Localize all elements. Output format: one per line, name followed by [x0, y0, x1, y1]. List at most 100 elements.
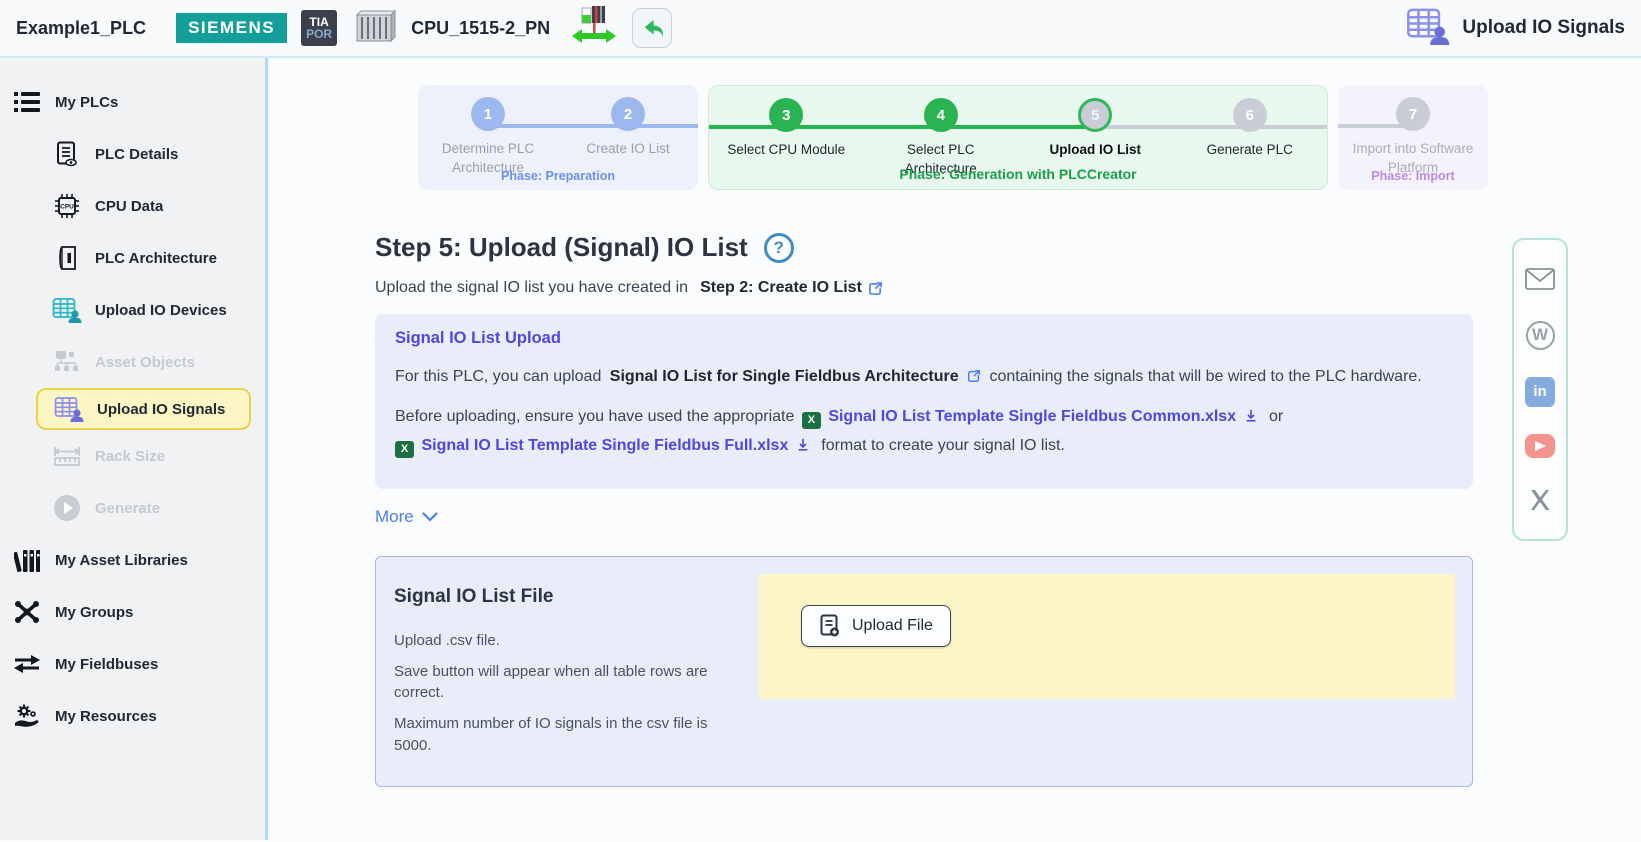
ruler-icon: [52, 446, 82, 466]
chevron-down-icon: [422, 512, 438, 522]
sidebar-item-label: PLC Details: [95, 146, 178, 163]
sidebar-item-plc-details[interactable]: PLC Details: [0, 128, 265, 180]
file-card-heading: Signal IO List File: [394, 586, 739, 608]
sidebar-item-label: My Resources: [55, 708, 157, 725]
step2-link[interactable]: Step 2: Create IO List: [700, 279, 862, 297]
sidebar-item-label: My Asset Libraries: [55, 552, 188, 569]
undo-button[interactable]: [632, 8, 672, 48]
linkedin-icon[interactable]: in: [1525, 377, 1555, 407]
x-icon[interactable]: [1525, 485, 1555, 515]
stepper-phase-preparation: 1 Determine PLC Architecture 2 Create IO…: [418, 85, 698, 190]
info-box-heading: Signal IO List Upload: [395, 329, 1453, 348]
file-card-info: Signal IO List File Upload .csv file. Sa…: [394, 574, 759, 766]
template-common-link[interactable]: Signal IO List Template Single Fieldbus …: [828, 408, 1236, 425]
file-card-line-1: Upload .csv file.: [394, 630, 739, 652]
step-7: 7 Import into Software Platform: [1338, 97, 1488, 178]
signal-io-info-box: Signal IO List Upload For this PLC, you …: [375, 314, 1473, 489]
hand-gears-icon: [12, 703, 42, 729]
sidebar-item-rack-size: Rack Size: [0, 430, 265, 482]
fieldbus-status-icon: [570, 5, 618, 52]
file-card-line-3: Maximum number of IO signals in the csv …: [394, 713, 739, 757]
step-1: 1 Determine PLC Architecture: [418, 97, 558, 178]
asset-network-icon: [52, 349, 82, 375]
sidebar-item-my-resources[interactable]: My Resources: [0, 690, 265, 742]
plc-list-icon: [12, 91, 42, 113]
sidebar-item-label: Generate: [95, 500, 160, 517]
info-paragraph-2: Before uploading, ensure you have used t…: [395, 402, 1453, 461]
step-6-circle[interactable]: 6: [1233, 98, 1267, 132]
main-content: 1 Determine PLC Architecture 2 Create IO…: [268, 58, 1641, 840]
external-link-icon: [868, 281, 883, 296]
excel-file-icon: X: [395, 441, 414, 458]
file-add-icon: [819, 614, 841, 638]
email-icon[interactable]: [1525, 264, 1555, 294]
p2-after: format to create your signal IO list.: [821, 437, 1065, 454]
step-2-label: Create IO List: [586, 140, 669, 159]
sidebar-item-label: My Fieldbuses: [55, 656, 158, 673]
step-title: Step 5: Upload (Signal) IO List: [375, 232, 748, 263]
app-header: Example1_PLC SIEMENS TIA POR CPU_1515-2_…: [0, 0, 1641, 58]
sidebar-item-label: PLC Architecture: [95, 250, 217, 267]
help-icon[interactable]: ?: [764, 233, 794, 263]
sidebar-item-label: Asset Objects: [95, 354, 195, 371]
upload-io-signals-icon: [1406, 7, 1450, 50]
sidebar-item-my-plcs[interactable]: My PLCs: [0, 76, 265, 128]
intro-line: Upload the signal IO list you have creat…: [375, 279, 1641, 297]
sidebar-item-my-asset-libraries[interactable]: My Asset Libraries: [0, 534, 265, 586]
sidebar-item-my-fieldbuses[interactable]: My Fieldbuses: [0, 638, 265, 690]
more-toggle[interactable]: More: [375, 507, 438, 527]
step-3-label: Select CPU Module: [727, 141, 845, 160]
sidebar: My PLCs PLC Details CPU CPU Data PLC Arc…: [0, 58, 268, 840]
p2-before: Before uploading, ensure you have used t…: [395, 408, 794, 425]
group-network-icon: [12, 600, 42, 624]
sidebar-item-upload-io-devices[interactable]: Upload IO Devices: [0, 284, 265, 336]
download-icon[interactable]: [796, 437, 810, 452]
step-5-label: Upload IO List: [1049, 141, 1141, 160]
sidebar-item-generate: Generate: [0, 482, 265, 534]
stepper-phase-generation: 3 Select CPU Module 4 Select PLC Archite…: [708, 85, 1328, 190]
phase-label-preparation: Phase: Preparation: [418, 169, 698, 183]
excel-file-icon: X: [802, 412, 821, 429]
document-eye-icon: [52, 141, 82, 167]
info-paragraph-1: For this PLC, you can upload Signal IO L…: [395, 362, 1453, 392]
signal-io-file-card: Signal IO List File Upload .csv file. Sa…: [375, 556, 1473, 787]
page-title: Upload IO Signals: [1462, 17, 1625, 39]
step-7-circle: 7: [1396, 97, 1430, 131]
table-user-teal-icon: [52, 297, 82, 323]
upload-file-button[interactable]: Upload File: [801, 605, 951, 647]
social-panel: W in: [1512, 238, 1568, 541]
step-2-circle[interactable]: 2: [611, 97, 645, 131]
sidebar-item-my-groups[interactable]: My Groups: [0, 586, 265, 638]
tia-portal-icon-bottom: POR: [306, 28, 332, 40]
sidebar-item-label: Upload IO Devices: [95, 302, 227, 319]
wordpress-icon[interactable]: W: [1526, 321, 1555, 350]
cpu-name: CPU_1515-2_PN: [411, 18, 550, 39]
sidebar-item-label: My PLCs: [55, 94, 118, 111]
upload-file-label: Upload File: [852, 617, 933, 635]
architecture-doc-link[interactable]: Signal IO List for Single Fieldbus Archi…: [610, 368, 959, 385]
sidebar-item-label: My Groups: [55, 604, 133, 621]
sidebar-item-upload-io-signals[interactable]: Upload IO Signals: [36, 388, 251, 430]
sidebar-item-label: Upload IO Signals: [97, 401, 225, 418]
sidebar-item-label: Rack Size: [95, 448, 165, 465]
template-full-link[interactable]: Signal IO List Template Single Fieldbus …: [421, 437, 788, 454]
p1-after: containing the signals that will be wire…: [990, 368, 1422, 385]
step-4-circle[interactable]: 4: [924, 98, 958, 132]
sidebar-item-plc-architecture[interactable]: PLC Architecture: [0, 232, 265, 284]
svg-text:CPU: CPU: [60, 204, 74, 211]
plc-module-icon: [351, 7, 397, 50]
phase-label-generation: Phase: Generation with PLCCreator: [709, 166, 1327, 182]
youtube-icon[interactable]: [1525, 434, 1555, 458]
play-circle-icon: [52, 494, 82, 522]
stepper-phase-import: 7 Import into Software Platform Phase: I…: [1338, 85, 1488, 190]
upload-dropzone[interactable]: Upload File: [759, 574, 1455, 699]
p2-or: or: [1269, 408, 1283, 425]
step-5-circle[interactable]: 5: [1078, 98, 1112, 132]
wizard-stepper: 1 Determine PLC Architecture 2 Create IO…: [418, 85, 1641, 190]
file-card-dropzone-area: Upload File: [759, 574, 1455, 766]
download-icon[interactable]: [1244, 408, 1258, 423]
step-1-circle[interactable]: 1: [471, 97, 505, 131]
project-name: Example1_PLC: [16, 18, 146, 39]
step-3-circle[interactable]: 3: [769, 98, 803, 132]
sidebar-item-cpu-data[interactable]: CPU CPU Data: [0, 180, 265, 232]
